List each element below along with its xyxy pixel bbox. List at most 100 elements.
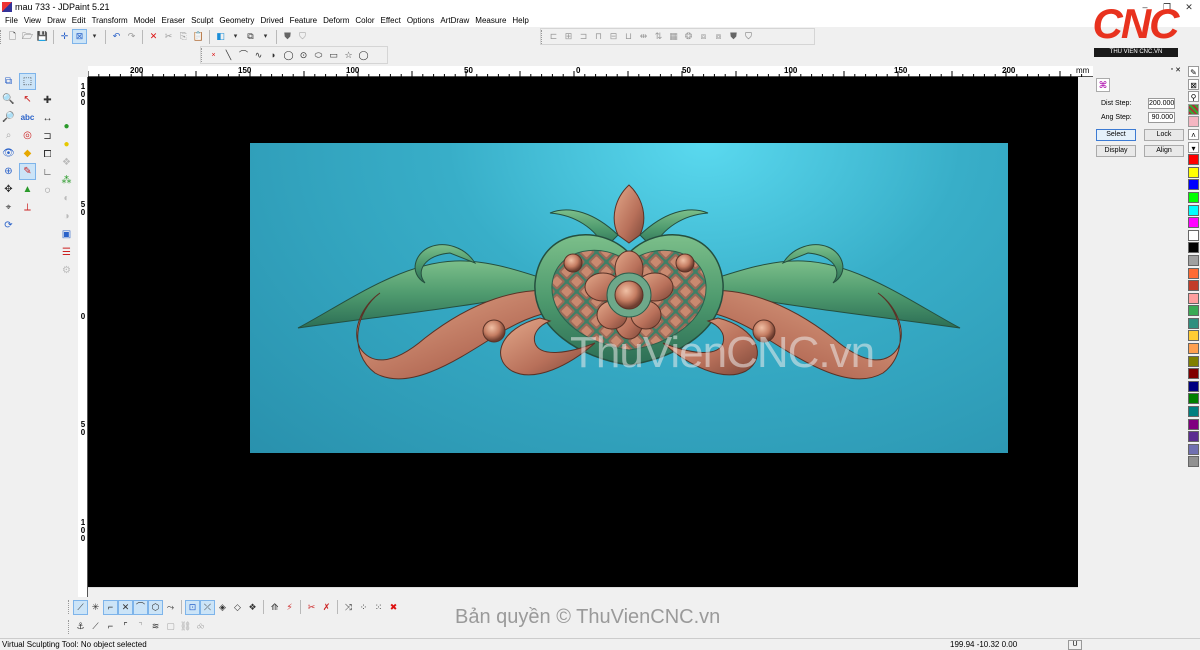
- light-bulb-green-icon[interactable]: ●: [59, 119, 74, 134]
- delete-icon[interactable]: ✕: [147, 30, 160, 43]
- ellipse-icon[interactable]: ⬭: [312, 49, 325, 62]
- zoom-in-icon[interactable]: 🔍: [1, 92, 16, 107]
- menu-view[interactable]: View: [21, 14, 44, 27]
- scatter-delete-icon[interactable]: ⁙: [372, 601, 385, 614]
- node-join-icon[interactable]: ⧝: [194, 620, 207, 633]
- magnify-icon[interactable]: ⌖: [1, 200, 16, 215]
- menu-measure[interactable]: Measure: [472, 14, 509, 27]
- arc-icon[interactable]: ⌒: [237, 49, 250, 62]
- align-right-icon[interactable]: ⊐: [577, 30, 590, 43]
- align-middle-icon[interactable]: ⊟: [607, 30, 620, 43]
- color-swatch[interactable]: [1188, 368, 1199, 380]
- light-array-icon[interactable]: ⁂: [59, 173, 74, 188]
- cross-icon[interactable]: ✕: [118, 599, 133, 615]
- color-swatch[interactable]: [1188, 292, 1199, 304]
- color-swatch[interactable]: [1188, 267, 1199, 279]
- point-icon[interactable]: ×: [207, 49, 220, 62]
- color-swatch[interactable]: [1188, 443, 1199, 455]
- anchor-icon[interactable]: ⚓: [74, 620, 87, 633]
- wave-icon[interactable]: ≋: [149, 620, 162, 633]
- undo-icon[interactable]: ↶: [110, 30, 123, 43]
- menu-transform[interactable]: Transform: [89, 14, 131, 27]
- color-swatch[interactable]: [1188, 191, 1199, 203]
- select-region-icon[interactable]: ⬚: [19, 73, 36, 90]
- color-swatch[interactable]: [1188, 204, 1199, 216]
- light-dim-icon[interactable]: ◑: [59, 209, 74, 224]
- eyedropper-icon[interactable]: ⚲: [1188, 91, 1199, 103]
- scroll-down-icon[interactable]: ▾: [1188, 141, 1199, 153]
- save-icon[interactable]: 💾: [36, 30, 49, 43]
- zoom-all-icon[interactable]: ⊕: [1, 164, 16, 179]
- menu-drived[interactable]: Drived: [257, 14, 286, 27]
- trim-icon[interactable]: ⤳: [164, 601, 177, 614]
- color-swatch[interactable]: [1188, 343, 1199, 355]
- paste-icon[interactable]: 📋: [192, 30, 205, 43]
- color-swatch[interactable]: [1188, 280, 1199, 292]
- measure-tool-icon[interactable]: ⟂: [20, 200, 35, 215]
- select-box-icon[interactable]: ⊠: [72, 29, 87, 44]
- knife-icon[interactable]: ⟰: [268, 601, 281, 614]
- color-swatch[interactable]: [1188, 166, 1199, 178]
- color-swatch[interactable]: [1188, 456, 1199, 468]
- corner-icon[interactable]: ⌐: [103, 599, 118, 615]
- dropdown-arrow-icon[interactable]: ▾: [229, 30, 242, 43]
- shield-icon[interactable]: ⛊: [727, 30, 740, 43]
- cut-node-icon[interactable]: ✂: [305, 601, 318, 614]
- color-swatch[interactable]: [1188, 380, 1199, 392]
- color-swatch[interactable]: [1188, 431, 1199, 443]
- dimension-icon[interactable]: ↔: [40, 111, 55, 126]
- line-sculpt-icon[interactable]: ⟋: [73, 599, 88, 615]
- color-swatch[interactable]: [1188, 305, 1199, 317]
- relief-panel[interactable]: ThuVienCNC.vn: [250, 143, 1008, 453]
- diamond-grid-icon[interactable]: ◇: [231, 601, 244, 614]
- offset-icon[interactable]: ⧈: [697, 30, 710, 43]
- align-button[interactable]: Align: [1144, 145, 1184, 157]
- grid-layers-icon[interactable]: ☰: [59, 245, 74, 260]
- menu-geometry[interactable]: Geometry: [216, 14, 257, 27]
- color-swatch[interactable]: [1188, 179, 1199, 191]
- color-swatch[interactable]: [1188, 406, 1199, 418]
- color-swatch[interactable]: [1188, 393, 1199, 405]
- array-icon[interactable]: ▦: [667, 30, 680, 43]
- light-off-icon[interactable]: ◐: [59, 191, 74, 206]
- chamfer-icon[interactable]: ⌜: [119, 620, 132, 633]
- spline-icon[interactable]: ∿: [252, 49, 265, 62]
- menu-file[interactable]: File: [2, 14, 21, 27]
- align-top-icon[interactable]: ⊓: [592, 30, 605, 43]
- new-file-icon[interactable]: 🗋: [6, 30, 19, 43]
- link-icon[interactable]: ⛓: [179, 620, 192, 633]
- dist-step-input[interactable]: 200.000: [1148, 98, 1175, 109]
- round-corner-icon[interactable]: ⌒: [133, 599, 148, 615]
- color-swatch[interactable]: [1188, 242, 1199, 254]
- node-edit-icon[interactable]: ↖: [20, 92, 35, 107]
- toolbar-grip[interactable]: [68, 619, 71, 634]
- align-center-icon[interactable]: ⊞: [562, 30, 575, 43]
- zoom-out-icon[interactable]: 🔎: [1, 110, 16, 125]
- scale-tool-icon[interactable]: ⧠: [40, 147, 55, 162]
- pen-icon[interactable]: ✎: [1188, 66, 1199, 77]
- shield-icon[interactable]: ⛊: [281, 30, 294, 43]
- circle-icon[interactable]: ◯: [282, 49, 295, 62]
- align-tool-icon[interactable]: ⊐: [40, 129, 55, 144]
- ring-tool-icon[interactable]: ◎: [20, 128, 35, 143]
- panel-tab-icon[interactable]: ⌘: [1096, 78, 1110, 92]
- shield-outline-icon[interactable]: ⛉: [296, 30, 309, 43]
- menu-model[interactable]: Model: [131, 14, 159, 27]
- delete-node-icon[interactable]: ✗: [320, 601, 333, 614]
- copy-icon[interactable]: ⎘: [177, 30, 190, 43]
- rotate-view-icon[interactable]: ⟳: [1, 218, 16, 233]
- star-icon[interactable]: ☆: [342, 49, 355, 62]
- pink-swatch-icon[interactable]: [1188, 116, 1199, 128]
- diamond-icon[interactable]: ◈: [216, 601, 229, 614]
- pattern-swatch-icon[interactable]: [1188, 103, 1199, 115]
- menu-help[interactable]: Help: [509, 14, 531, 27]
- toolbar-grip[interactable]: [0, 29, 3, 44]
- pan-icon[interactable]: ✥: [1, 182, 16, 197]
- rectangle-icon[interactable]: ▭: [327, 49, 340, 62]
- diamond-dots-icon[interactable]: ❖: [246, 601, 259, 614]
- 3d-viewport[interactable]: ThuVienCNC.vn: [88, 77, 1078, 587]
- offset-curve-icon[interactable]: ⌝: [134, 620, 147, 633]
- lock-button[interactable]: Lock: [1144, 129, 1184, 141]
- group-icon[interactable]: ⧇: [712, 30, 725, 43]
- color-swatch[interactable]: [1188, 217, 1199, 229]
